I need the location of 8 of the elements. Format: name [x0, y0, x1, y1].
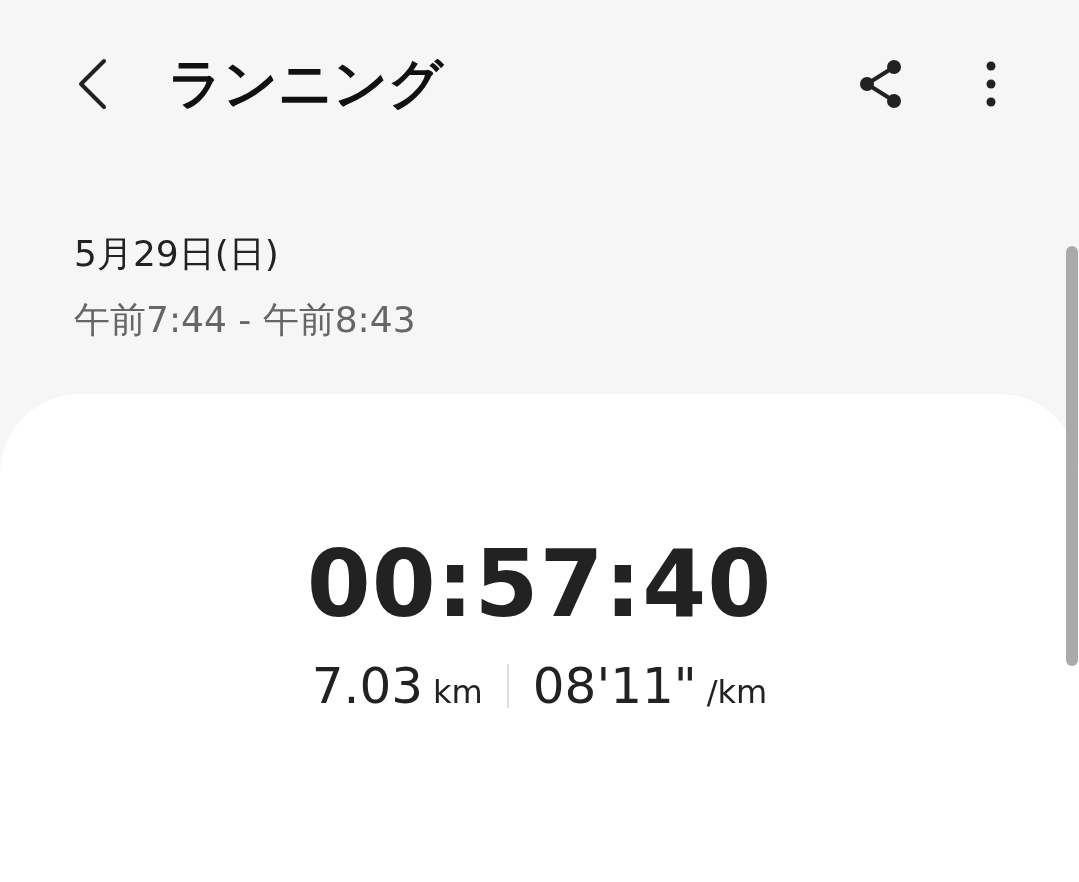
stat-value: 7.03: [311, 661, 424, 711]
stat-value: 08'11": [532, 661, 697, 711]
session-time-range: 午前7:44 - 午前8:43: [74, 298, 417, 342]
stat-unit: km: [433, 676, 483, 708]
page-title: ランニング: [168, 57, 443, 111]
workout-duration: 00:57:40: [306, 539, 773, 631]
session-date: 5月29日(日): [74, 232, 280, 276]
stat-unit: /km: [706, 676, 768, 708]
